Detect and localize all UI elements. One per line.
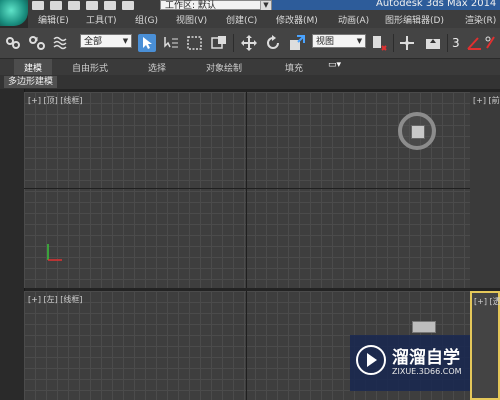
menu-tools[interactable]: 工具(T) — [86, 13, 117, 26]
app-title: Autodesk 3ds Max 2014 — [272, 0, 500, 10]
pivot-center-icon[interactable] — [370, 34, 388, 52]
ribbon-subtab-polygon-modeling[interactable]: 多边形建模 — [4, 76, 58, 88]
scale-icon[interactable] — [288, 34, 306, 52]
chevron-down-icon: ▼ — [260, 1, 271, 10]
workspace-dropdown[interactable]: 工作区: 默认 ▼ — [160, 0, 272, 11]
undo-icon[interactable] — [86, 0, 98, 10]
select-and-manipulate-icon[interactable] — [398, 34, 416, 52]
bind-space-warp-icon[interactable] — [52, 34, 70, 52]
watermark-title: 溜溜自学 — [392, 348, 460, 368]
viewcube-icon[interactable] — [398, 112, 436, 150]
ribbon-panel-strip — [0, 75, 500, 89]
menu-graph-editors[interactable]: 图形编辑器(D) — [385, 13, 444, 26]
menu-bar: 编辑(E) 工具(T) 组(G) 视图(V) 创建(C) 修改器(M) 动画(A… — [28, 10, 500, 28]
select-object-icon[interactable] — [138, 34, 156, 52]
ribbon-options-icon[interactable]: ▭▾ — [328, 60, 341, 70]
left-side-strip — [0, 89, 25, 400]
viewport-label-perspective[interactable]: [+] [透] — [474, 296, 500, 307]
viewport-label-front[interactable]: [+] [前] — [473, 95, 500, 106]
angle-snap-icon[interactable] — [466, 34, 484, 52]
viewcube-face[interactable] — [411, 125, 425, 139]
watermark-badge: 溜溜自学 ZIXUE.3D66.COM — [350, 335, 470, 391]
grid-axis — [24, 188, 470, 189]
save-file-icon[interactable] — [68, 0, 80, 10]
move-icon[interactable] — [240, 34, 258, 52]
menu-rendering[interactable]: 渲染(R) — [465, 13, 496, 26]
rectangular-selection-icon[interactable] — [186, 34, 204, 52]
ribbon-tab-object-paint[interactable]: 对象绘制 — [206, 61, 242, 74]
ribbon-tab-modeling[interactable]: 建模 — [24, 61, 42, 74]
selection-filter-value: 全部 — [84, 37, 103, 47]
toolbar-separator — [393, 34, 394, 52]
viewport-label-top[interactable]: [+] [顶] [线框] — [28, 95, 83, 106]
viewport-front-partial[interactable]: [+] [前] — [470, 92, 500, 288]
viewport-perspective-partial[interactable]: [+] [透] — [470, 291, 500, 400]
select-by-name-icon[interactable] — [162, 34, 180, 52]
menu-modifiers[interactable]: 修改器(M) — [276, 13, 318, 26]
project-folder-icon[interactable] — [122, 0, 134, 10]
rotate-icon[interactable] — [264, 34, 282, 52]
unlink-icon[interactable] — [28, 34, 46, 52]
ribbon-tab-populate[interactable]: 填充 — [285, 61, 303, 74]
grid-axis — [246, 92, 247, 288]
menu-edit[interactable]: 编辑(E) — [38, 13, 69, 26]
percent-snap-icon[interactable] — [484, 34, 500, 52]
viewcube-icon[interactable] — [412, 321, 436, 333]
watermark-url: ZIXUE.3D66.COM — [392, 367, 462, 376]
main-toolbar: 全部 ▼ 视图 ▼ 3 — [0, 28, 500, 59]
menu-create[interactable]: 创建(C) — [226, 13, 257, 26]
keyboard-shortcut-override-icon[interactable] — [424, 34, 442, 52]
menu-group[interactable]: 组(G) — [135, 13, 158, 26]
chevron-down-icon: ▼ — [356, 37, 363, 45]
grid-axis — [246, 291, 247, 400]
ribbon-tab-freeform[interactable]: 自由形式 — [72, 61, 108, 74]
link-icon[interactable] — [4, 34, 22, 52]
ribbon-tab-selection[interactable]: 选择 — [148, 61, 166, 74]
toolbar-separator — [233, 34, 234, 52]
reference-coordinate-value: 视图 — [316, 37, 335, 47]
toolbar-separator — [447, 34, 448, 52]
new-file-icon[interactable] — [32, 0, 44, 10]
selection-filter-dropdown[interactable]: 全部 ▼ — [80, 34, 132, 48]
viewport-label-left[interactable]: [+] [左] [线框] — [28, 294, 83, 305]
menu-animation[interactable]: 动画(A) — [338, 13, 369, 26]
redo-icon[interactable] — [104, 0, 116, 10]
chevron-down-icon: ▼ — [122, 37, 129, 45]
reference-coordinate-dropdown[interactable]: 视图 ▼ — [312, 34, 366, 48]
window-crossing-icon[interactable] — [210, 34, 228, 52]
menu-views[interactable]: 视图(V) — [176, 13, 207, 26]
quick-access-toolbar — [32, 0, 134, 10]
app-logo-icon[interactable] — [0, 0, 28, 26]
axis-tripod-icon — [47, 244, 62, 261]
snap-mode-label: 3 — [452, 36, 460, 50]
play-logo-icon — [356, 345, 386, 375]
open-file-icon[interactable] — [50, 0, 62, 10]
